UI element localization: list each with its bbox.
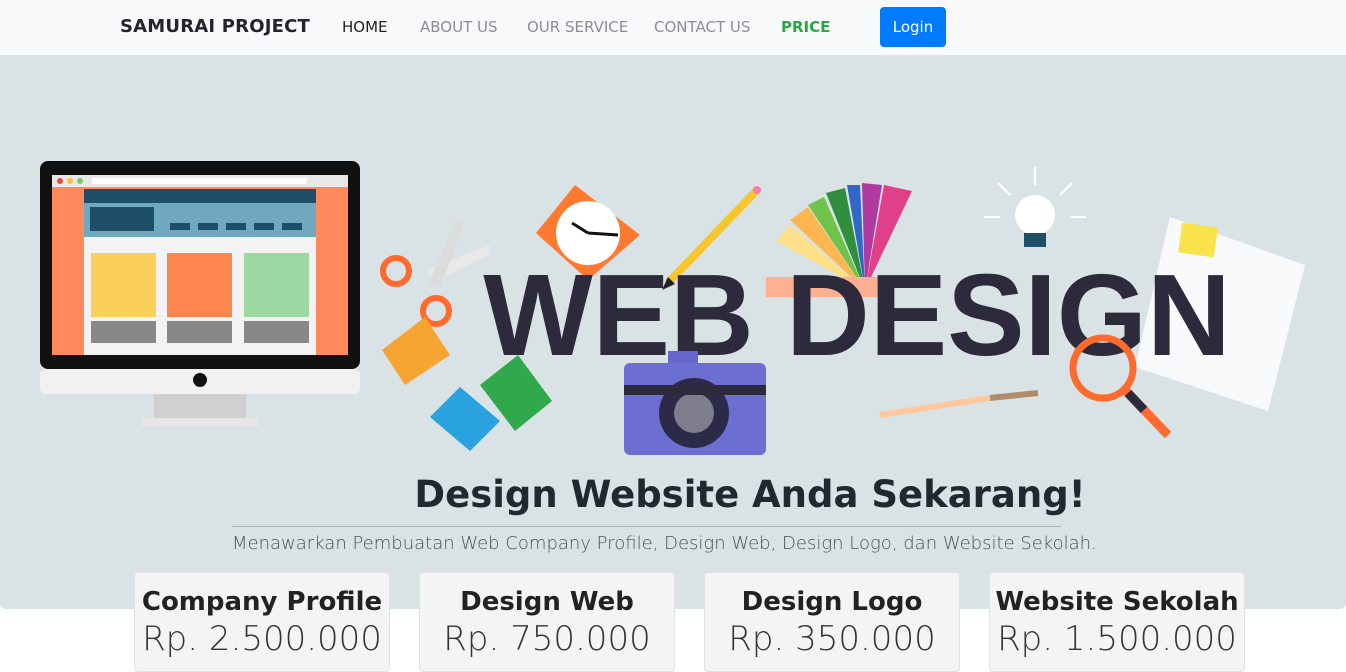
paintbrush-icon	[879, 390, 1039, 418]
camera-icon	[624, 351, 766, 455]
nav-our-service[interactable]: OUR SERVICE	[527, 18, 628, 36]
price-card-amount: Rp. 750.000	[443, 619, 651, 659]
hero-title: Design Website Anda Sekarang!	[414, 473, 1086, 516]
nav-contact-us[interactable]: CONTACT US	[654, 18, 750, 36]
login-button[interactable]: Login	[880, 7, 946, 47]
price-card-website-sekolah[interactable]: Website Sekolah Rp. 1.500.000	[989, 572, 1245, 672]
price-card-amount: Rp. 350.000	[728, 619, 936, 659]
brand-logo[interactable]: SAMURAI PROJECT	[120, 16, 310, 37]
price-card-amount: Rp. 2.500.000	[142, 619, 382, 659]
monitor-icon	[40, 161, 360, 427]
lightbulb-icon	[984, 167, 1086, 247]
web-design-banner-text: WEB DESIGN	[483, 250, 1231, 380]
price-card-design-web[interactable]: Design Web Rp. 750.000	[419, 572, 675, 672]
scissors-icon	[380, 220, 490, 327]
price-card-title: Design Web	[460, 587, 634, 617]
price-card-design-logo[interactable]: Design Logo Rp. 350.000	[704, 572, 960, 672]
hero-banner: WEB DESIGN Design Website Anda Sekarang!…	[0, 55, 1346, 609]
price-card-company-profile[interactable]: Company Profile Rp. 2.500.000	[134, 572, 390, 672]
web-design-illustration: WEB DESIGN	[40, 161, 1305, 455]
price-card-title: Website Sekolah	[995, 587, 1239, 617]
hero-subtitle: Menawarkan Pembuatan Web Company Profile…	[232, 533, 1097, 554]
price-card-amount: Rp. 1.500.000	[997, 619, 1237, 659]
navbar: SAMURAI PROJECT HOME ABOUT US OUR SERVIC…	[0, 0, 1346, 55]
price-card-title: Company Profile	[141, 587, 383, 617]
nav-home[interactable]: HOME	[342, 18, 388, 36]
nav-about-us[interactable]: ABOUT US	[420, 18, 498, 36]
nav-price[interactable]: PRICE	[781, 18, 830, 36]
price-card-title: Design Logo	[741, 587, 923, 617]
hero-divider	[232, 526, 1061, 527]
